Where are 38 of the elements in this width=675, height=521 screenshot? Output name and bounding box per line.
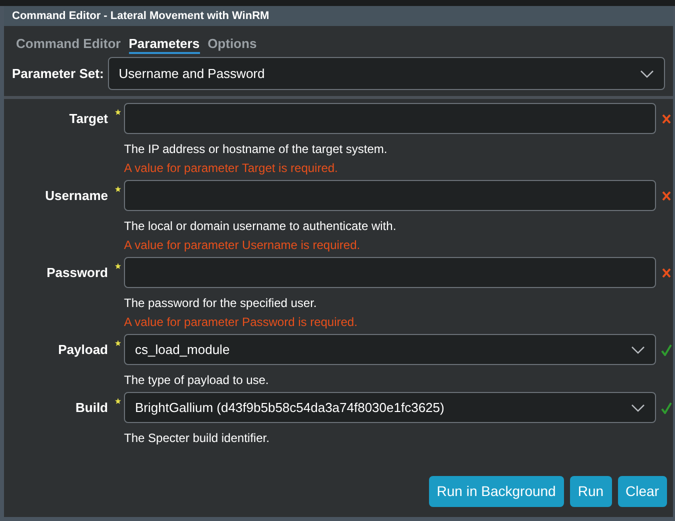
field-description: The local or domain username to authenticate with. [124,218,398,234]
tab[interactable]: Options [208,34,257,54]
action-button[interactable]: Clear [618,476,667,507]
parameter-set-dropdown[interactable]: Username and Password [108,57,665,90]
input-field[interactable] [124,103,656,134]
action-button[interactable]: Run in Background [428,476,564,507]
field-description: The password for the specified user. [124,295,318,311]
field-description: The type of payload to use. [124,372,270,388]
check-icon [660,402,672,414]
error-x-icon [662,268,670,278]
input-field[interactable] [124,257,656,288]
dropdown[interactable]: BrightGallium (d43f9b5b58c54da3a74f8030e1fc3625) [124,392,656,423]
field-label: Password [46,264,109,282]
field-description: The Specter build identifier. [124,430,270,446]
validation-error: A value for parameter Username is required. [124,237,362,253]
error-x-icon [662,190,670,200]
field-label: Payload [57,340,109,359]
field-label: Parameter Set: [12,64,104,83]
field-label: Username [44,186,109,205]
field-description: The IP address or hostname of the target system. [124,141,388,157]
tab[interactable]: Parameters [128,34,200,54]
chevron-down-icon [631,404,645,412]
dropdown[interactable]: cs_load_module [124,334,656,365]
validation-error: A value for parameter Target is required. [124,160,339,176]
chevron-down-icon [631,346,645,354]
validation-error: A value for parameter Password is required. [124,314,358,330]
error-x-icon [662,114,670,124]
dropdown-value: Username and Password [118,64,265,83]
dropdown-value: cs_load_module [135,340,230,359]
action-button[interactable]: Run [570,476,612,507]
dropdown-value: BrightGallium (d43f9b5b58c54da3a74f8030e1fc3625) [135,398,444,417]
input-field[interactable] [124,180,656,211]
check-icon [660,344,672,356]
tab[interactable]: Command Editor [16,34,121,54]
chevron-down-icon [640,70,654,78]
field-label: Build [74,398,109,417]
window-title: Command Editor - Lateral Movement with WinRM [4,6,673,26]
field-label: Target [68,110,109,128]
